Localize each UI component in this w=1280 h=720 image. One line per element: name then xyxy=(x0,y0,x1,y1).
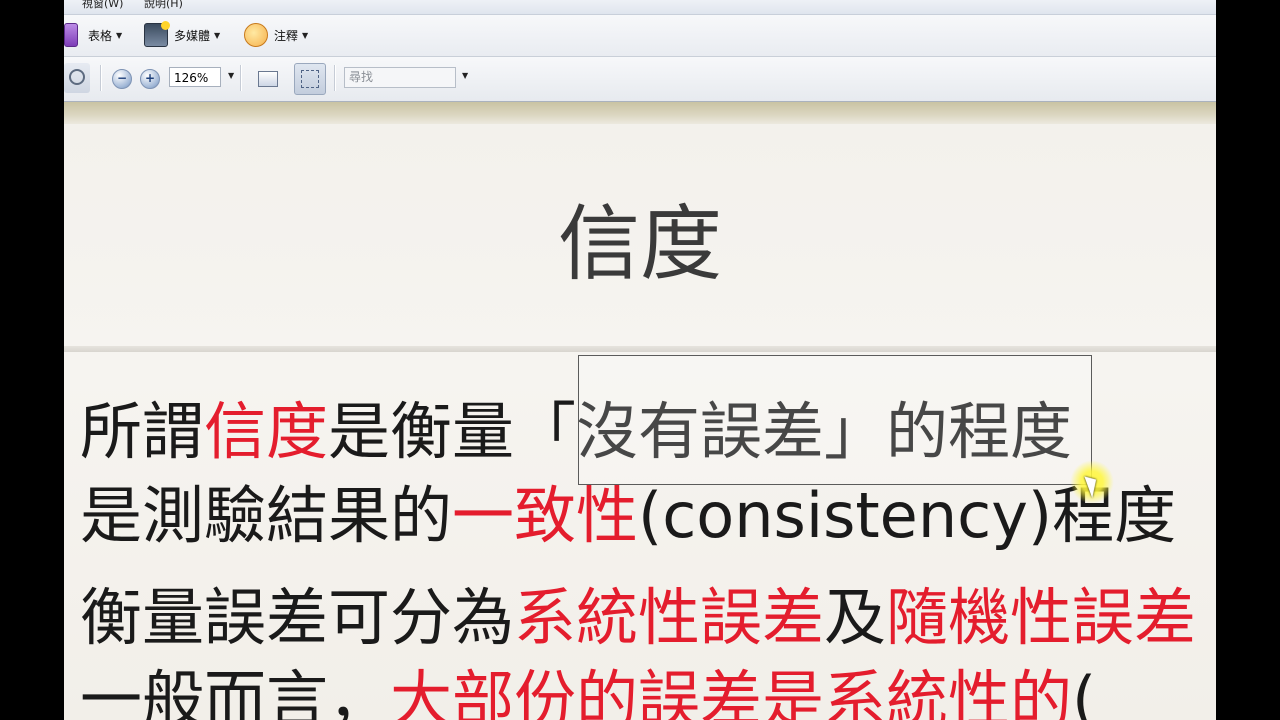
fit-width-icon xyxy=(258,71,278,87)
slide-line-4: 一般而言，大部份的誤差是系統性的( xyxy=(80,658,1096,720)
comments-label: 注釋 xyxy=(274,28,299,43)
line-segment: ( xyxy=(1072,663,1097,720)
line-segment: 一般而言， xyxy=(80,663,391,720)
line-segment: 所謂 xyxy=(80,395,205,468)
table-icon xyxy=(64,23,78,47)
line-segment-emphasis: 大部份的誤差是系統性的 xyxy=(390,663,1073,720)
chevron-down-icon: ▼ xyxy=(302,30,309,40)
multimedia-icon xyxy=(144,21,170,47)
table-label: 表格 xyxy=(88,28,113,43)
table-button[interactable]: 表格 ▼ xyxy=(64,23,122,47)
chevron-down-icon[interactable]: ▼ xyxy=(462,71,468,80)
comment-bubble-icon xyxy=(244,23,268,47)
zoom-level-field[interactable]: 126% xyxy=(169,67,221,87)
fit-width-button[interactable] xyxy=(254,65,280,91)
line-segment-emphasis: 信度 xyxy=(204,395,329,468)
line-segment-emphasis: 系統性誤差 xyxy=(514,581,825,654)
toolbar-separator xyxy=(240,65,241,91)
zoom-tool-icon xyxy=(69,69,85,85)
zoom-out-button[interactable]: − xyxy=(112,69,132,89)
pdf-reader-window: 視窗(W) 說明(H) 表格 ▼ 多媒體 ▼ 注釋 ▼ − + 126% ▼ 尋… xyxy=(64,0,1216,720)
zoom-tool-button[interactable] xyxy=(64,63,90,93)
slide-divider xyxy=(64,346,1216,352)
line-segment-emphasis: 一致性 xyxy=(452,479,639,552)
fit-page-button[interactable] xyxy=(294,63,326,95)
multimedia-label: 多媒體 xyxy=(174,28,211,43)
slide-line-3: 衡量誤差可分為系統性誤差及隨機性誤差 xyxy=(80,576,1196,660)
toolbar-separator xyxy=(100,65,101,91)
zoom-in-button[interactable]: + xyxy=(140,69,160,89)
slide-title: 信度 xyxy=(557,197,722,292)
slide-line-2: 是測驗結果的一致性(consistency)程度 xyxy=(80,474,1176,558)
toolbar-separator xyxy=(334,65,335,91)
line-segment: 衡量誤差可分為 xyxy=(80,581,515,654)
multimedia-button[interactable]: 多媒體 ▼ xyxy=(144,21,221,47)
chevron-down-icon: ▼ xyxy=(116,30,123,40)
line-segment: 是測驗結果的 xyxy=(80,479,453,552)
menu-item-window[interactable]: 視窗(W) xyxy=(78,0,127,11)
zoom-in-icon: + xyxy=(144,71,156,85)
toolbar-primary: 表格 ▼ 多媒體 ▼ 注釋 ▼ xyxy=(64,15,1216,57)
chevron-down-icon[interactable]: ▼ xyxy=(228,71,234,80)
menu-item-help[interactable]: 說明(H) xyxy=(140,0,187,11)
slide-top-band xyxy=(64,102,1216,124)
chevron-down-icon: ▼ xyxy=(214,30,221,40)
toolbar-secondary: − + 126% ▼ 尋找 ▼ xyxy=(64,57,1216,102)
find-field[interactable]: 尋找 xyxy=(344,67,456,88)
comments-button[interactable]: 注釋 ▼ xyxy=(244,23,308,47)
screen-left-margin xyxy=(0,0,64,720)
fit-page-icon xyxy=(301,70,319,88)
line-segment: 及 xyxy=(824,581,887,654)
selection-rectangle xyxy=(578,355,1092,485)
menu-bar: 視窗(W) 說明(H) xyxy=(64,0,1216,15)
line-segment-emphasis: 隨機性誤差 xyxy=(886,581,1197,654)
screen-right-margin xyxy=(1216,0,1280,720)
zoom-out-icon: − xyxy=(116,71,128,85)
